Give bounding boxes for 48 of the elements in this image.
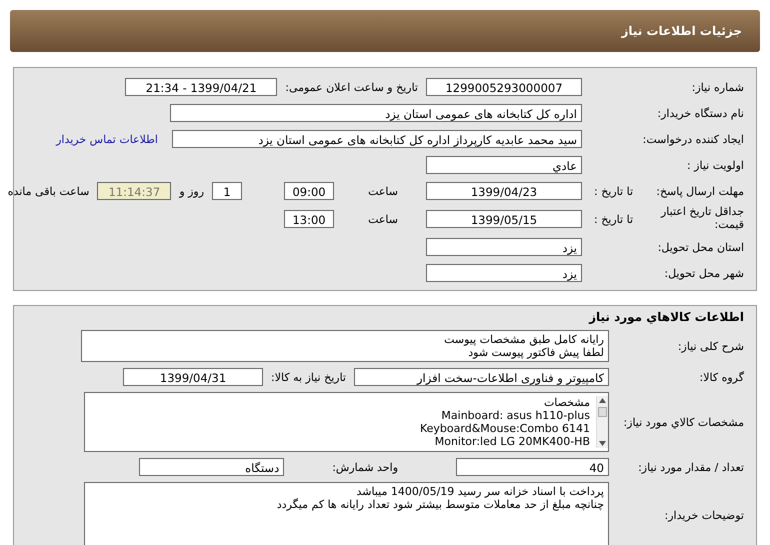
scroll-up-icon[interactable] [599,398,606,403]
quantity-field: 40 [456,458,609,476]
priority-field: عادي [426,156,582,174]
field-label: توضیحات خریدار: [664,508,744,522]
buyer-notes-text-area: پرداخت با اسناد خزانه سر رسید 1400/05/19 میباشد چنانچه مبلغ از حد معاملات متوسط بیشتر شود تعداد رایانه ها کم میگردد [84,482,609,545]
remaining-time-field: 11:14:37 [97,182,172,200]
section-title: اطلاعات کالاهاي مورد نياز [588,310,744,324]
scroll-thumb[interactable] [598,407,607,417]
field-label: مشخصات کالاي مورد نياز: [622,416,744,428]
description-text-area: رایانه کامل طبق مشخصات پیوست لطفا پیش فاکتور پیوست شود [81,330,609,362]
scroll-down-icon[interactable] [599,441,606,446]
announce-date-field: 1399/04/21 - 21:34 [125,78,278,96]
scrollbar[interactable] [596,396,608,448]
date-field: 1399/05/15 [426,210,582,228]
province-field: یزد [426,238,582,256]
remaining-label: ساعت باقی مانده [8,184,90,198]
field-label: شماره نیاز: [690,80,744,94]
field-label: شرح کلی نیاز: [676,340,744,352]
time-label: ساعت [368,212,398,226]
field-label: تا تاریخ : [594,184,633,198]
field-label: تاریخ نیاز به کالا: [271,370,346,384]
need-date-field: 1399/04/31 [123,368,264,386]
buyer-field: اداره کل کتابخانه های عمومی استان یزد [170,104,582,122]
goods-group-field: کامپیوتر و فناوری اطلاعات-سخت افزار [354,368,609,386]
field-label: اولویت نیاز : [686,158,744,172]
field-label: واحد شمارش: [332,460,398,474]
time-label: ساعت [368,184,398,198]
time-field: 09:00 [284,182,334,200]
field-label: تا تاریخ : [594,212,633,226]
days-field: 1 [212,182,242,200]
field-label: گروه کالا: [698,370,744,384]
requester-field: سید محمد عابدیه کارپرداز اداره کل کتابخانه های عمومی استان یزد [172,130,582,148]
field-label: شهر محل تحویل: [663,266,744,280]
field-label: جداقل تاریخ اعتبار قیمت: [660,206,744,232]
field-label: استان محل تحویل: [656,240,744,254]
field-label: نام دستگاه خریدار: [656,106,744,120]
field-label: مهلت ارسال پاسخ: [656,184,744,198]
field-label: تعداد / مقدار مورد نیاز: [637,460,744,474]
city-field: یزد [426,264,582,282]
days-label: روز و [179,184,204,198]
contact-link[interactable]: اطلاعات تماس خریدار [56,132,158,146]
time-field: 13:00 [284,210,334,228]
page-title: جزئیات اطلاعات نیاز [621,24,742,38]
date-field: 1399/04/23 [426,182,582,200]
unit-field: دستگاه [139,458,284,476]
field-label: ایجاد کننده درخواست: [642,132,744,146]
need-number-field: 1299005293000007 [426,78,582,96]
field-label: تاریخ و ساعت اعلان عمومی: [285,80,418,94]
